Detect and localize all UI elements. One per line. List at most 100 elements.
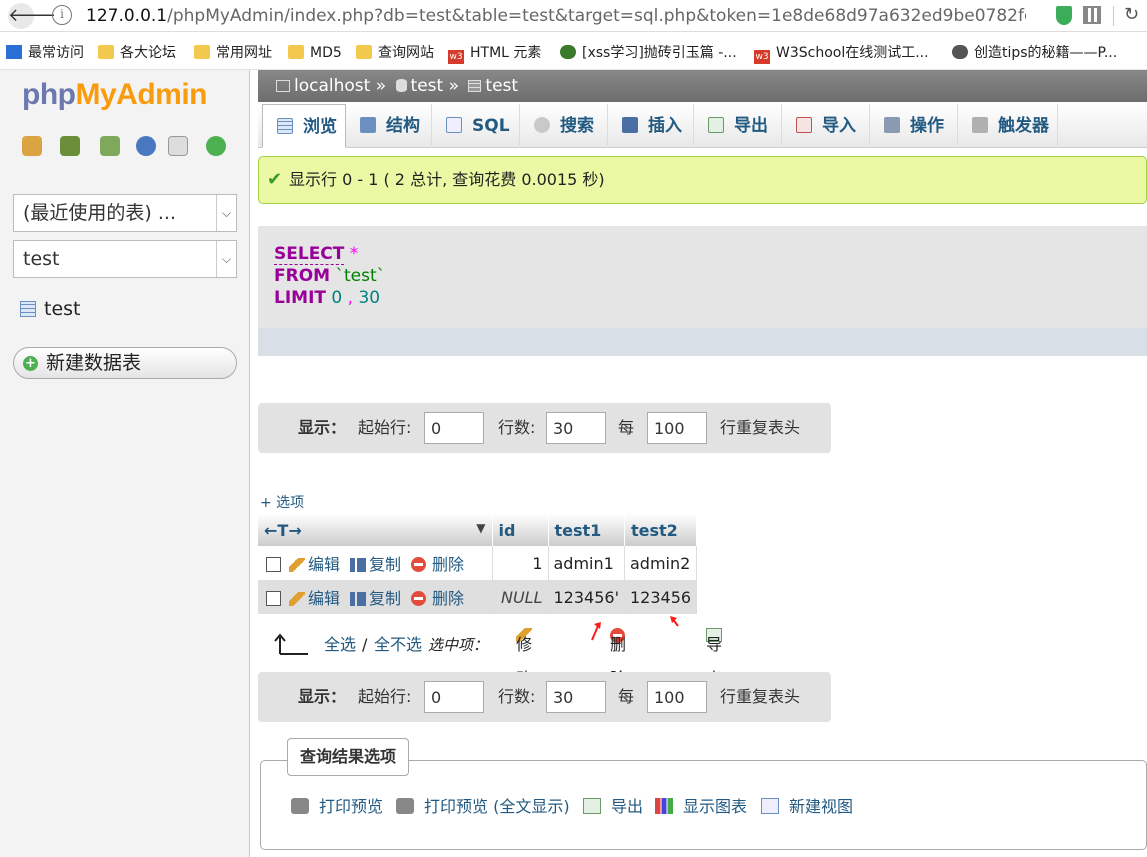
bookmark-query-sites[interactable]: 查询网站 [356, 42, 434, 64]
table-header-row: ←T→ ▼ id test1 test2 [258, 514, 698, 546]
bookmark-w3school[interactable]: w3 W3School在线测试工... [754, 42, 929, 64]
tab-import[interactable]: 导入 [782, 104, 870, 148]
recent-tables-select[interactable]: (最近使用的表) ... ⌵ [13, 194, 237, 232]
every-label: 每 [618, 687, 635, 706]
options-link[interactable]: + 选项 [260, 492, 304, 512]
folder-icon [194, 45, 210, 59]
repeat-header-input[interactable] [647, 412, 707, 444]
bookmark-label: 各大论坛 [120, 45, 176, 61]
address-bar[interactable]: 127.0.0.1/phpMyAdmin/index.php?db=test&t… [86, 5, 1026, 27]
breadcrumb-server[interactable]: localhost [294, 76, 370, 96]
database-value: test [23, 248, 60, 270]
bookmarks-bar: 最常访问 各大论坛 常用网址 MD5 查询网站 w3 HTML 元素 [xss学习… [0, 36, 1147, 70]
sidebar-item-test-table[interactable]: test [20, 298, 81, 320]
reload-icon[interactable]: ↻ [1124, 4, 1139, 25]
copy-icon [350, 558, 367, 572]
bookmark-tips[interactable]: 创造tips的秘籍——P... [952, 42, 1117, 64]
info-icon[interactable]: i [52, 5, 72, 25]
cell-test1[interactable]: 123456' [548, 580, 625, 614]
bookmark-forums[interactable]: 各大论坛 [98, 42, 176, 64]
query-window-icon[interactable] [100, 136, 120, 156]
view-icon [761, 798, 779, 814]
tab-label: 操作 [910, 116, 944, 136]
row-count-label: 行数: [498, 687, 536, 706]
tab-browse[interactable]: 浏览 [262, 104, 346, 148]
row-count-input[interactable] [546, 412, 606, 444]
row-count-input[interactable] [546, 681, 606, 713]
cell-id[interactable]: NULL [492, 580, 549, 614]
copy-row-button[interactable]: 复制 [350, 555, 401, 574]
exit-icon[interactable] [60, 136, 80, 156]
select-all-link[interactable]: 全选 [324, 628, 356, 662]
start-row-label: 起始行: [358, 418, 412, 437]
repeat-header-input[interactable] [647, 681, 707, 713]
sort-dropdown-icon[interactable]: ▼ [476, 521, 485, 535]
tab-search[interactable]: 搜索 [520, 104, 608, 148]
query-result-options: 查询结果选项 打印预览 打印预览 (全文显示) 导出 显示图表 新建视图 [260, 738, 1147, 850]
new-table-button[interactable]: + 新建数据表 [13, 347, 237, 379]
breadcrumb-database[interactable]: test [411, 76, 444, 96]
delete-row-button[interactable]: 删除 [411, 589, 464, 608]
cell-test1[interactable]: admin1 [548, 546, 625, 580]
tab-label: SQL [472, 116, 510, 136]
bulk-separator: / [362, 635, 368, 654]
phpmyadmin-logo[interactable]: phpMyAdmin [22, 78, 207, 112]
bookmark-html-elements[interactable]: w3 HTML 元素 [448, 42, 541, 64]
database-select[interactable]: test ⌵ [13, 240, 237, 278]
qr-code-icon[interactable] [1083, 6, 1101, 24]
breadcrumb-table[interactable]: test [485, 76, 518, 96]
recent-tables-value: (最近使用的表) ... [23, 202, 176, 224]
help-icon[interactable] [136, 136, 156, 156]
print-preview-full-link[interactable]: 打印预览 (全文显示) [396, 795, 570, 819]
create-view-link[interactable]: 新建视图 [761, 795, 853, 819]
table-row: 编辑 复制 删除 NULL 123456' 123456 [258, 580, 698, 614]
sql-keyword-select[interactable]: SELECT [274, 244, 345, 265]
edit-row-button[interactable]: 编辑 [289, 589, 340, 608]
shield-icon[interactable] [1056, 6, 1072, 25]
bookmark-xss[interactable]: [xss学习]抛砖引玉篇 -... [560, 42, 737, 64]
docs-icon[interactable] [168, 136, 188, 156]
edit-row-button[interactable]: 编辑 [289, 555, 340, 574]
new-table-label: 新建数据表 [46, 352, 142, 374]
back-arrow-icon[interactable]: 🡐 [8, 3, 56, 29]
tab-export[interactable]: 导出 [694, 104, 782, 148]
start-row-input[interactable] [424, 681, 484, 713]
copy-row-button[interactable]: 复制 [350, 589, 401, 608]
column-arrows-header[interactable]: ←T→ ▼ [258, 514, 493, 546]
row-checkbox[interactable] [266, 591, 281, 606]
bookmark-most-visited[interactable]: 最常访问 [6, 42, 84, 64]
sql-limit-count: 30 [358, 288, 381, 308]
edit-label: 编辑 [308, 589, 341, 608]
bookmark-common-sites[interactable]: 常用网址 [194, 42, 272, 64]
breadcrumb-separator: » [448, 76, 459, 96]
tab-label: 浏览 [303, 117, 337, 137]
tab-structure[interactable]: 结构 [346, 104, 432, 148]
row-checkbox[interactable] [266, 557, 281, 572]
cell-id[interactable]: 1 [492, 546, 549, 580]
cell-test2[interactable]: 123456 [624, 580, 698, 614]
cell-test2[interactable]: admin2 [624, 546, 698, 580]
tab-triggers[interactable]: 触发器 [958, 104, 1058, 148]
start-row-input[interactable] [424, 412, 484, 444]
deselect-all-link[interactable]: 全不选 [374, 628, 422, 662]
export-link[interactable]: 导出 [583, 795, 643, 819]
selected-items-label: 选中项： [428, 636, 489, 654]
breadcrumb-separator: » [375, 76, 387, 96]
refresh-icon[interactable] [206, 136, 226, 156]
tab-operations[interactable]: 操作 [870, 104, 958, 148]
column-header-test1[interactable]: test1 [548, 514, 625, 546]
w3-icon: w3 [448, 50, 464, 64]
result-options-legend[interactable]: 查询结果选项 [287, 738, 410, 776]
bookmark-md5[interactable]: MD5 [288, 42, 342, 64]
create-view-label: 新建视图 [789, 797, 854, 816]
print-preview-link[interactable]: 打印预览 [291, 795, 383, 819]
pencil-icon [289, 592, 305, 606]
tab-insert[interactable]: 插入 [608, 104, 694, 148]
tab-sql[interactable]: SQL [432, 104, 520, 148]
home-icon[interactable] [22, 136, 42, 156]
column-header-test2[interactable]: test2 [624, 514, 698, 546]
column-header-id[interactable]: id [492, 514, 549, 546]
folder-icon [356, 45, 372, 59]
delete-row-button[interactable]: 删除 [411, 555, 464, 574]
display-chart-link[interactable]: 显示图表 [655, 795, 747, 819]
